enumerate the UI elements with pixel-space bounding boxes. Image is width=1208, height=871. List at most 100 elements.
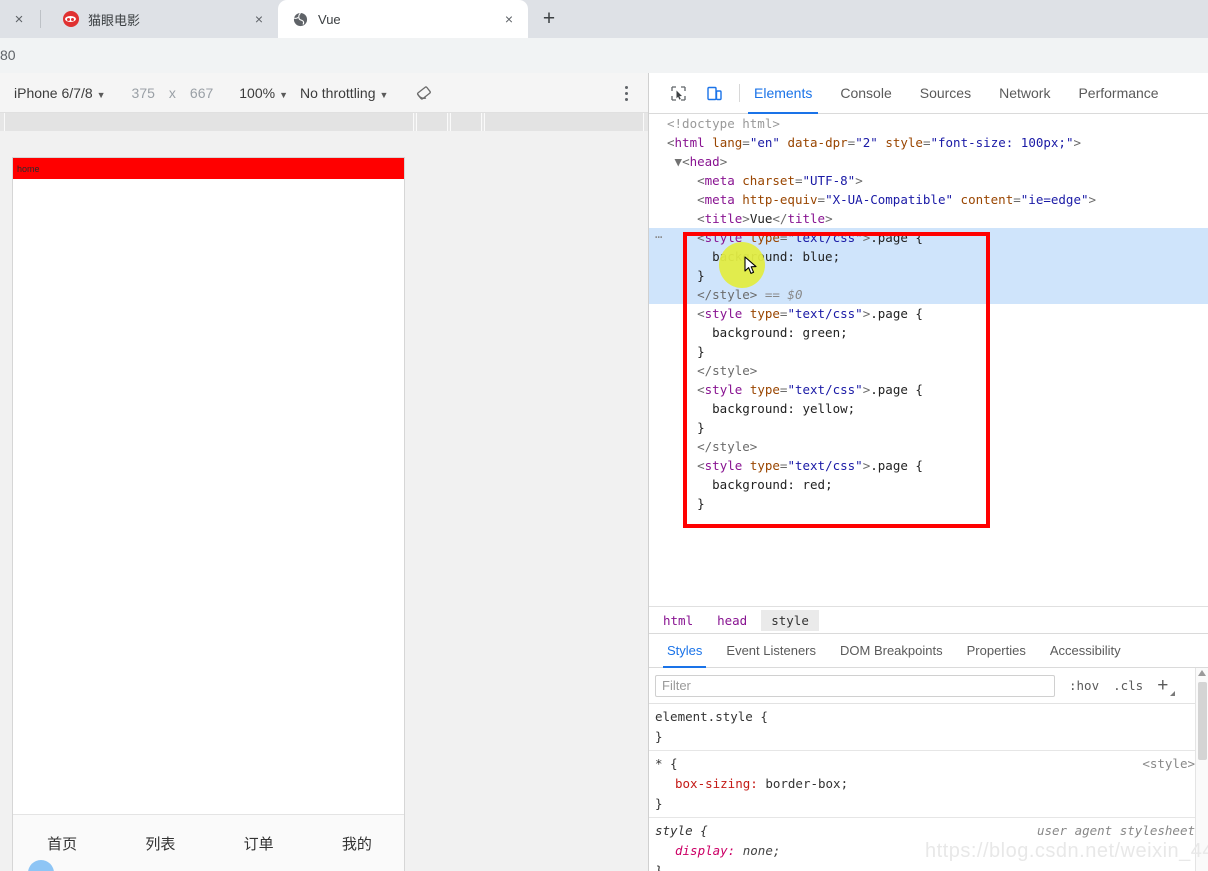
- line-ellipsis-icon[interactable]: ⋯: [655, 228, 677, 247]
- throttling-select[interactable]: No throttling ▼: [300, 85, 388, 101]
- breadcrumb: html head style: [649, 606, 1208, 634]
- maoyan-logo-icon: [62, 11, 79, 28]
- rotate-icon[interactable]: [414, 83, 434, 103]
- declaration-property[interactable]: display:: [655, 841, 735, 861]
- hov-toggle-button[interactable]: :hov: [1069, 678, 1099, 693]
- declaration-property[interactable]: box-sizing:: [655, 774, 758, 794]
- dom-line-style-yellow-open[interactable]: <style type="text/css">.page {: [649, 380, 1208, 399]
- dom-line-style-green-bg[interactable]: background: green;: [649, 323, 1208, 342]
- window-close-icon[interactable]: ×: [0, 0, 38, 38]
- val-type: "text/css": [787, 382, 863, 397]
- zoom-select[interactable]: 100% ▼: [239, 85, 288, 101]
- dimension-x-label: x: [168, 84, 176, 101]
- dom-line-style-green-open[interactable]: <style type="text/css">.page {: [649, 304, 1208, 323]
- declaration-value[interactable]: none;: [743, 843, 781, 858]
- tag-meta: meta: [704, 173, 735, 188]
- cls-toggle-button[interactable]: .cls: [1113, 678, 1143, 693]
- browser-tab-strip: × 猫眼电影 × Vue × +: [0, 0, 1208, 38]
- sidebar-tab-accessibility[interactable]: Accessibility: [1038, 634, 1133, 668]
- scroll-up-arrow-icon[interactable]: [1198, 670, 1206, 676]
- declaration-value[interactable]: border-box;: [765, 776, 848, 791]
- new-style-rule-button[interactable]: +: [1157, 675, 1176, 697]
- style-rule-universal[interactable]: <style> * { box-sizing: border-box; }: [649, 751, 1208, 818]
- dom-line-style-red-open[interactable]: <style type="text/css">.page {: [649, 456, 1208, 475]
- dom-line-meta-compat[interactable]: <meta http-equiv="X-UA-Compatible" conte…: [649, 190, 1208, 209]
- emulated-page-frame: home 首页 列表 订单 我的: [12, 157, 405, 871]
- rule-selector[interactable]: element.style {: [655, 709, 768, 724]
- dom-line-style-yellow-brace[interactable]: }: [649, 418, 1208, 437]
- device-toolbar-icon[interactable]: [701, 80, 727, 106]
- dom-line-style-blue-close[interactable]: </style> == $0: [649, 285, 1208, 304]
- tab-close-icon[interactable]: ×: [246, 6, 272, 32]
- tab-network[interactable]: Network: [985, 73, 1064, 114]
- device-viewport-area: home 首页 列表 订单 我的: [0, 113, 648, 871]
- style-close-tag: </style>: [697, 363, 758, 378]
- tab-console[interactable]: Console: [826, 73, 905, 114]
- mouse-cursor-icon: [744, 256, 759, 281]
- breadcrumb-item-html[interactable]: html: [653, 610, 703, 631]
- dom-line-head[interactable]: ▼<head>: [649, 152, 1208, 171]
- dom-line-html[interactable]: <html lang="en" data-dpr="2" style="font…: [649, 133, 1208, 152]
- tabbar-item-home[interactable]: 首页: [13, 833, 111, 854]
- device-select[interactable]: iPhone 6/7/8 ▼: [14, 85, 106, 101]
- dom-line-style-red-bg[interactable]: background: red;: [649, 475, 1208, 494]
- val-type: "text/css": [787, 306, 863, 321]
- device-height-input[interactable]: 667: [190, 85, 213, 101]
- expand-triangle-icon[interactable]: ▼: [675, 154, 683, 169]
- dom-line-style-red-brace[interactable]: }: [649, 494, 1208, 513]
- dom-line-meta-charset[interactable]: <meta charset="UTF-8">: [649, 171, 1208, 190]
- dom-line-style-green-brace[interactable]: }: [649, 342, 1208, 361]
- dom-line-doctype[interactable]: <!doctype html>: [649, 114, 1208, 133]
- dom-line-style-yellow-close[interactable]: </style>: [649, 437, 1208, 456]
- sidebar-tab-dom-breakpoints[interactable]: DOM Breakpoints: [828, 634, 955, 668]
- sidebar-tab-styles[interactable]: Styles: [655, 634, 714, 668]
- address-input[interactable]: 80: [0, 47, 16, 63]
- doctype-token: <!doctype html>: [667, 116, 780, 131]
- device-more-options-icon[interactable]: [616, 83, 636, 103]
- rule-origin: user agent stylesheet: [1036, 823, 1195, 838]
- tab-title: 猫眼电影: [88, 12, 141, 28]
- browser-tab-vue[interactable]: Vue ×: [278, 0, 528, 38]
- rule-selector[interactable]: * {: [655, 756, 678, 771]
- browser-tab-maoyan[interactable]: 猫眼电影 ×: [48, 0, 278, 38]
- breadcrumb-item-head[interactable]: head: [707, 610, 757, 631]
- zoom-select-label: 100%: [239, 84, 276, 101]
- dom-line-style-green-close[interactable]: </style>: [649, 361, 1208, 380]
- tab-elements[interactable]: Elements: [740, 73, 826, 114]
- globe-icon: [292, 11, 309, 28]
- tabbar-item-list[interactable]: 列表: [111, 833, 209, 854]
- rule-selector[interactable]: style {: [655, 823, 708, 838]
- inspect-cursor-icon[interactable]: [665, 80, 691, 106]
- tab-close-icon[interactable]: ×: [496, 6, 522, 32]
- css-selector: .page {: [870, 382, 923, 397]
- sidebar-tab-properties[interactable]: Properties: [955, 634, 1038, 668]
- viewport-ruler[interactable]: [0, 113, 648, 131]
- dom-tree[interactable]: <!doctype html> <html lang="en" data-dpr…: [649, 114, 1208, 606]
- val-content: "ie=edge": [1020, 192, 1089, 207]
- omnibox-bar: 80: [0, 38, 1208, 73]
- tab-sources[interactable]: Sources: [906, 73, 985, 114]
- tag-head: head: [689, 154, 720, 169]
- dom-line-title[interactable]: <title>Vue</title>: [649, 209, 1208, 228]
- tab-performance[interactable]: Performance: [1064, 73, 1172, 114]
- rule-close-brace: }: [655, 863, 663, 871]
- new-tab-button[interactable]: +: [532, 4, 566, 34]
- val-type: "text/css": [787, 458, 863, 473]
- sidebar-tab-event-listeners[interactable]: Event Listeners: [714, 634, 828, 668]
- attr-http-equiv: http-equiv: [742, 192, 818, 207]
- css-close-brace: }: [697, 344, 705, 359]
- css-close-brace: }: [697, 268, 705, 283]
- rule-origin[interactable]: <style>: [1142, 754, 1195, 774]
- tabbar-item-mine[interactable]: 我的: [308, 833, 404, 854]
- breadcrumb-item-style[interactable]: style: [761, 609, 819, 631]
- attr-type: type: [749, 230, 780, 245]
- styles-filter-input[interactable]: Filter: [655, 674, 1055, 697]
- val-charset: "UTF-8": [802, 173, 856, 188]
- tabbar-item-order[interactable]: 订单: [210, 833, 308, 854]
- style-rule-element-style[interactable]: element.style { }: [649, 704, 1208, 751]
- dom-line-style-yellow-bg[interactable]: background: yellow;: [649, 399, 1208, 418]
- attr-lang: lang: [712, 135, 743, 150]
- page-header-text: home: [17, 163, 40, 174]
- scrollbar-thumb[interactable]: [1198, 682, 1207, 760]
- device-width-input[interactable]: 375: [132, 85, 155, 101]
